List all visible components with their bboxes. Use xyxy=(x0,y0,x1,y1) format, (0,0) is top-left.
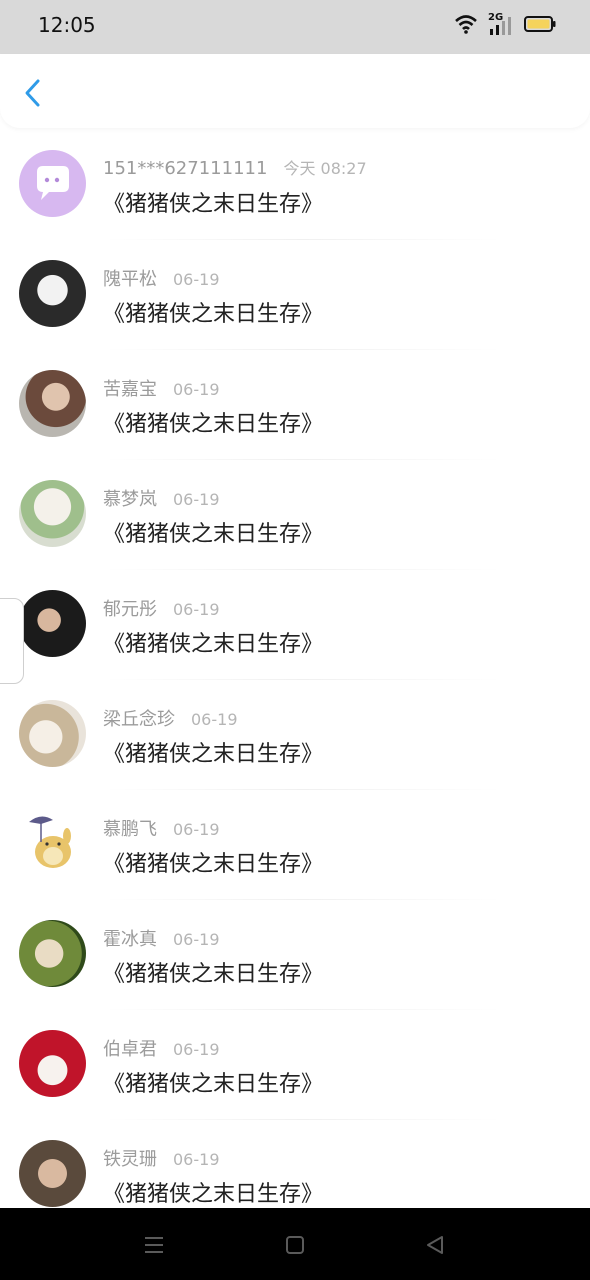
sender-name: 慕鹏飞 06-19 xyxy=(103,815,220,841)
message-time: 06-19 xyxy=(173,270,220,289)
sender-name: 151***627111111 今天 08:27 xyxy=(103,155,367,179)
chevron-left-icon xyxy=(25,79,40,107)
sender-name-text: 慕鹏飞 xyxy=(103,819,157,840)
message-text: 《猪猪侠之末日生存》 xyxy=(103,852,324,877)
sender-name: 郁元彤 06-19 xyxy=(103,595,220,621)
avatar xyxy=(19,810,86,877)
message-text: 《猪猪侠之末日生存》 xyxy=(103,632,324,657)
message-time: 06-19 xyxy=(173,1040,220,1059)
menu-button[interactable] xyxy=(139,1230,169,1260)
app-header xyxy=(0,54,590,128)
signal-icon: 2G xyxy=(488,12,514,37)
sender-name: 伯卓君 06-19 xyxy=(103,1035,220,1061)
status-icons: 2G xyxy=(454,12,556,38)
message-text: 《猪猪侠之末日生存》 xyxy=(103,302,324,327)
list-item[interactable]: 伯卓君 06-19 《猪猪侠之末日生存》 xyxy=(0,1010,590,1120)
message-time: 06-19 xyxy=(173,930,220,949)
avatar xyxy=(19,920,86,987)
list-item[interactable]: 霍冰真 06-19 《猪猪侠之末日生存》 xyxy=(0,900,590,1010)
message-text: 《猪猪侠之末日生存》 xyxy=(103,522,324,547)
status-time: 12:05 xyxy=(38,13,96,37)
battery-icon xyxy=(524,15,556,37)
sender-name-text: 慕梦岚 xyxy=(103,489,157,510)
sender-name: 慕梦岚 06-19 xyxy=(103,485,220,511)
message-time: 06-19 xyxy=(173,820,220,839)
message-time: 06-19 xyxy=(173,600,220,619)
sender-name: 铁灵珊 06-19 xyxy=(103,1145,220,1171)
edge-drawer-handle[interactable] xyxy=(0,598,24,684)
sender-name-text: 郁元彤 xyxy=(103,599,157,620)
sender-name-text: 梁丘念珍 xyxy=(103,709,175,730)
message-list: 151***627111111 今天 08:27 《猪猪侠之末日生存》 隗平松 06… xyxy=(0,130,590,1230)
home-button[interactable] xyxy=(280,1230,310,1260)
sender-name: 隗平松 06-19 xyxy=(103,265,220,291)
navigation-bar xyxy=(0,1208,590,1280)
list-item[interactable]: 151***627111111 今天 08:27 《猪猪侠之末日生存》 xyxy=(0,130,590,240)
avatar xyxy=(19,150,86,217)
avatar xyxy=(19,700,86,767)
status-bar: 12:05 2G xyxy=(0,0,590,54)
message-time: 06-19 xyxy=(191,710,238,729)
message-text: 《猪猪侠之末日生存》 xyxy=(103,962,324,987)
avatar xyxy=(19,1030,86,1097)
message-time: 今天 08:27 xyxy=(283,159,367,178)
list-item[interactable]: 苦嘉宝 06-19 《猪猪侠之末日生存》 xyxy=(0,350,590,460)
sender-name-text: 铁灵珊 xyxy=(103,1149,157,1170)
message-text: 《猪猪侠之末日生存》 xyxy=(103,1182,324,1207)
wifi-icon xyxy=(454,14,478,38)
message-time: 06-19 xyxy=(173,380,220,399)
message-time: 06-19 xyxy=(173,490,220,509)
sender-name: 霍冰真 06-19 xyxy=(103,925,220,951)
list-item[interactable]: 隗平松 06-19 《猪猪侠之末日生存》 xyxy=(0,240,590,350)
avatar xyxy=(19,590,86,657)
message-text: 《猪猪侠之末日生存》 xyxy=(103,412,324,437)
back-triangle-icon xyxy=(427,1236,443,1254)
message-time: 06-19 xyxy=(173,1150,220,1169)
sender-name-text: 151***627111111 xyxy=(103,158,268,179)
message-text: 《猪猪侠之末日生存》 xyxy=(103,192,324,217)
avatar xyxy=(19,370,86,437)
sender-name-text: 隗平松 xyxy=(103,269,157,290)
back-button[interactable] xyxy=(18,78,48,108)
sender-name-text: 伯卓君 xyxy=(103,1039,157,1060)
list-item[interactable]: 梁丘念珍 06-19 《猪猪侠之末日生存》 xyxy=(0,680,590,790)
sender-name: 梁丘念珍 06-19 xyxy=(103,705,238,731)
list-item[interactable]: 慕鹏飞 06-19 《猪猪侠之末日生存》 xyxy=(0,790,590,900)
sender-name: 苦嘉宝 06-19 xyxy=(103,375,220,401)
avatar xyxy=(19,480,86,547)
home-icon xyxy=(286,1236,304,1254)
message-text: 《猪猪侠之末日生存》 xyxy=(103,742,324,767)
back-nav-button[interactable] xyxy=(420,1230,450,1260)
message-text: 《猪猪侠之末日生存》 xyxy=(103,1072,324,1097)
menu-icon xyxy=(145,1237,163,1253)
list-item[interactable]: 慕梦岚 06-19 《猪猪侠之末日生存》 xyxy=(0,460,590,570)
sender-name-text: 霍冰真 xyxy=(103,929,157,950)
avatar xyxy=(19,1140,86,1207)
avatar xyxy=(19,260,86,327)
sender-name-text: 苦嘉宝 xyxy=(103,379,157,400)
list-item[interactable]: 郁元彤 06-19 《猪猪侠之末日生存》 xyxy=(0,570,590,680)
